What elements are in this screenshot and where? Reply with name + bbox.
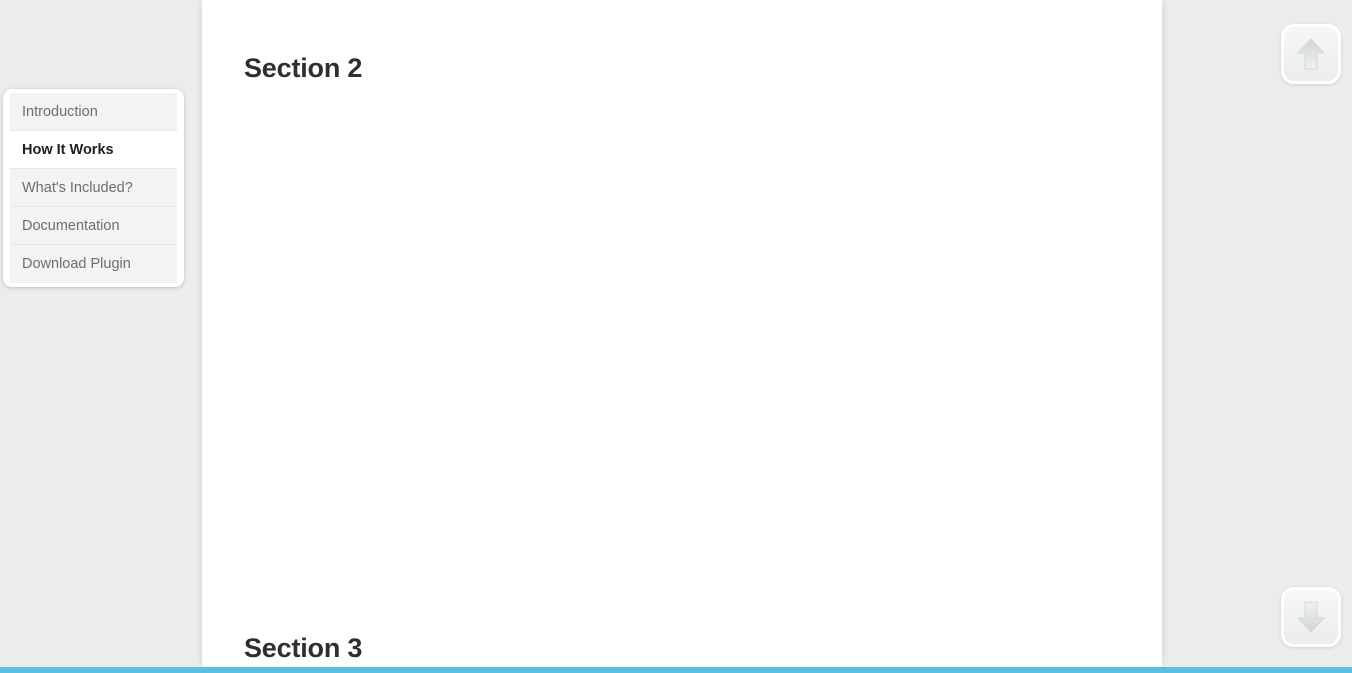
- sidebar-item-label: Download Plugin: [22, 256, 131, 272]
- bottom-accent-bar: [0, 667, 1352, 673]
- sidebar-item-download-plugin[interactable]: Download Plugin: [10, 245, 177, 283]
- main-content-panel: Section 2 Section 3: [202, 0, 1162, 667]
- sidebar-item-label: What's Included?: [22, 180, 133, 196]
- arrow-down-icon: [1295, 600, 1327, 634]
- sidebar-item-whats-included[interactable]: What's Included?: [10, 169, 177, 207]
- sidebar-item-label: Documentation: [22, 218, 120, 234]
- arrow-up-icon: [1295, 37, 1327, 71]
- scroll-down-button[interactable]: [1281, 587, 1341, 647]
- scroll-up-button[interactable]: [1281, 24, 1341, 84]
- sidebar-item-how-it-works[interactable]: How It Works: [10, 131, 177, 169]
- sidebar-item-label: Introduction: [22, 104, 98, 120]
- section-3-heading: Section 3: [244, 633, 363, 663]
- sidebar-item-introduction[interactable]: Introduction: [10, 93, 177, 131]
- sidebar-item-documentation[interactable]: Documentation: [10, 207, 177, 245]
- sidebar-item-label: How It Works: [22, 142, 114, 158]
- section-2-heading: Section 2: [244, 53, 363, 83]
- sidebar-nav-card: Introduction How It Works What's Include…: [3, 89, 184, 287]
